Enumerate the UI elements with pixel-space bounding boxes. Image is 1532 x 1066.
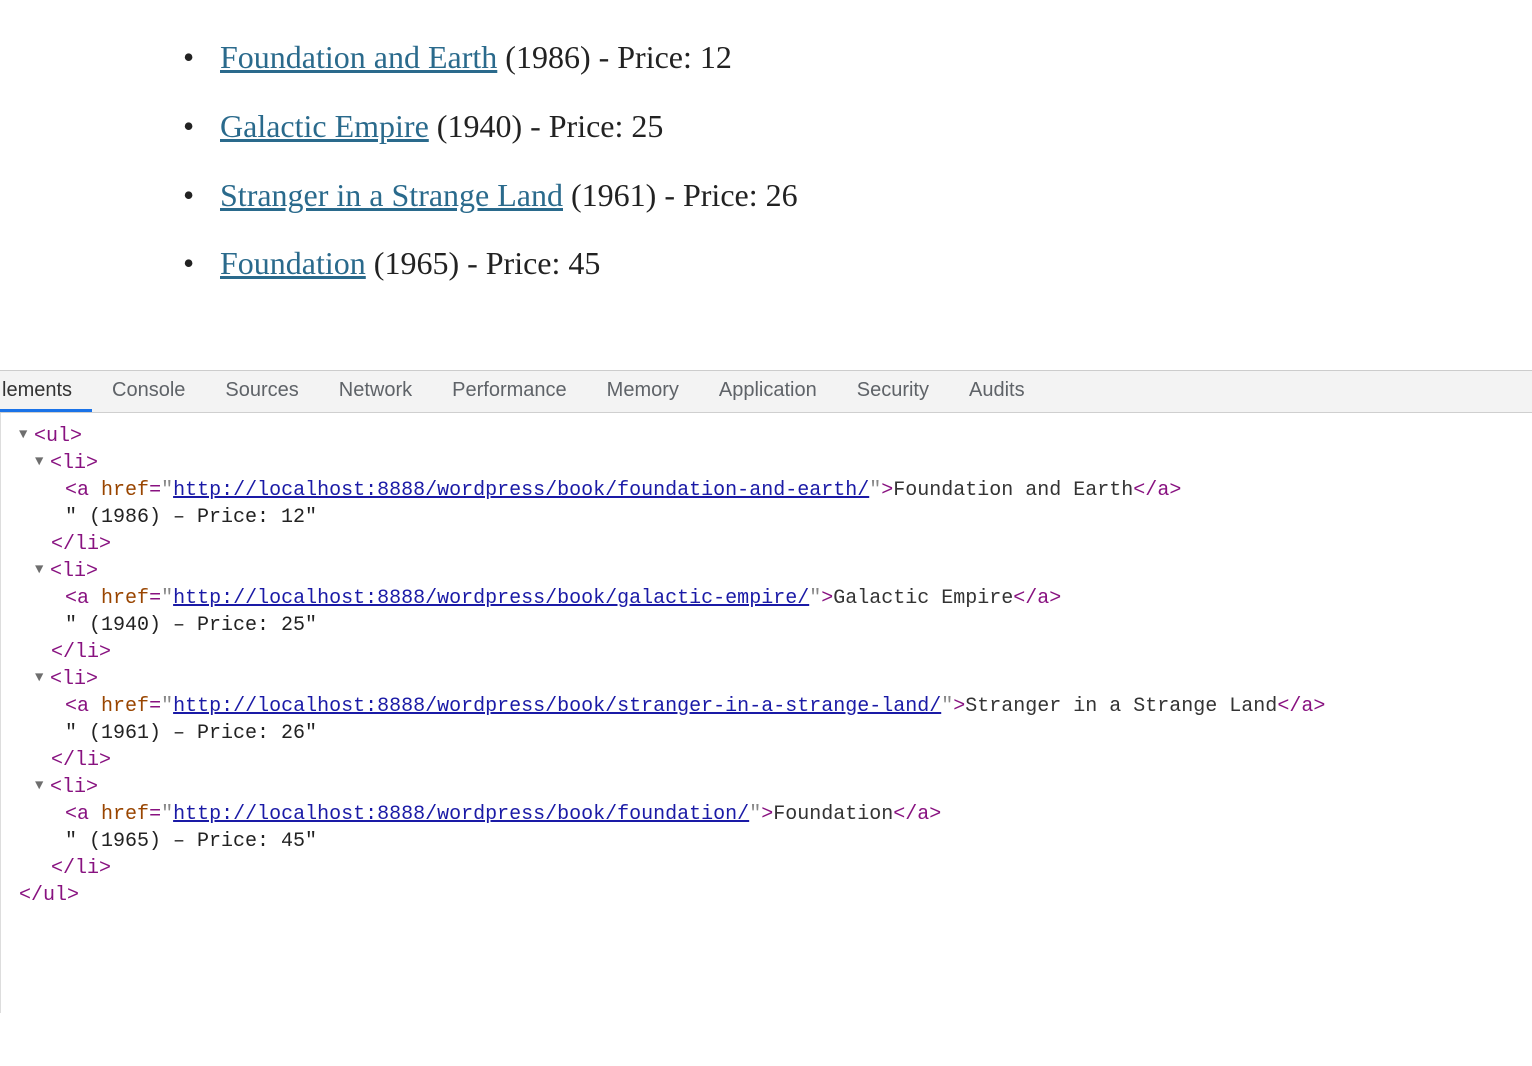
list-item: Foundation and Earth (1986) - Price: 12: [175, 35, 1532, 80]
page-content: Foundation and Earth (1986) - Price: 12 G…: [0, 0, 1532, 370]
dom-line[interactable]: </li>: [19, 531, 1532, 558]
elements-panel[interactable]: ▼<ul>▼<li><a href="http://localhost:8888…: [0, 413, 1532, 1013]
tab-console[interactable]: Console: [92, 371, 205, 412]
dom-line[interactable]: </li>: [19, 639, 1532, 666]
book-link[interactable]: Foundation and Earth: [220, 39, 497, 75]
book-meta: (1961) - Price: 26: [563, 177, 798, 213]
dom-line[interactable]: " (1961) – Price: 26": [19, 720, 1532, 747]
book-link[interactable]: Galactic Empire: [220, 108, 429, 144]
dom-line[interactable]: ▼<ul>: [19, 423, 1532, 450]
dom-line[interactable]: ▼<li>: [19, 666, 1532, 693]
dom-line[interactable]: " (1986) – Price: 12": [19, 504, 1532, 531]
dom-line[interactable]: " (1940) – Price: 25": [19, 612, 1532, 639]
dom-line[interactable]: </ul>: [19, 882, 1532, 909]
expand-arrow-icon[interactable]: ▼: [19, 426, 33, 445]
dom-line[interactable]: </li>: [19, 855, 1532, 882]
expand-arrow-icon[interactable]: ▼: [35, 777, 49, 796]
dom-line[interactable]: <a href="http://localhost:8888/wordpress…: [19, 693, 1532, 720]
dom-line[interactable]: ▼<li>: [19, 558, 1532, 585]
dom-line[interactable]: </li>: [19, 747, 1532, 774]
tab-network[interactable]: Network: [319, 371, 432, 412]
dom-line[interactable]: " (1965) – Price: 45": [19, 828, 1532, 855]
tab-performance[interactable]: Performance: [432, 371, 587, 412]
book-meta: (1986) - Price: 12: [497, 39, 732, 75]
dom-line[interactable]: <a href="http://localhost:8888/wordpress…: [19, 585, 1532, 612]
book-meta: (1965) - Price: 45: [366, 245, 601, 281]
dom-line[interactable]: <a href="http://localhost:8888/wordpress…: [19, 801, 1532, 828]
dom-line[interactable]: <a href="http://localhost:8888/wordpress…: [19, 477, 1532, 504]
tab-sources[interactable]: Sources: [205, 371, 318, 412]
book-link[interactable]: Stranger in a Strange Land: [220, 177, 563, 213]
tab-elements[interactable]: lements: [0, 371, 92, 412]
tab-audits[interactable]: Audits: [949, 371, 1045, 412]
book-meta: (1940) - Price: 25: [429, 108, 664, 144]
dom-line[interactable]: ▼<li>: [19, 774, 1532, 801]
tab-security[interactable]: Security: [837, 371, 949, 412]
devtools-panel: lements Console Sources Network Performa…: [0, 370, 1532, 1013]
tab-application[interactable]: Application: [699, 371, 837, 412]
book-list: Foundation and Earth (1986) - Price: 12 G…: [175, 35, 1532, 286]
list-item: Galactic Empire (1940) - Price: 25: [175, 104, 1532, 149]
expand-arrow-icon[interactable]: ▼: [35, 561, 49, 580]
expand-arrow-icon[interactable]: ▼: [35, 669, 49, 688]
list-item: Stranger in a Strange Land (1961) - Pric…: [175, 173, 1532, 218]
dom-line[interactable]: ▼<li>: [19, 450, 1532, 477]
expand-arrow-icon[interactable]: ▼: [35, 453, 49, 472]
book-link[interactable]: Foundation: [220, 245, 366, 281]
tab-memory[interactable]: Memory: [587, 371, 699, 412]
devtools-tabs: lements Console Sources Network Performa…: [0, 371, 1532, 413]
list-item: Foundation (1965) - Price: 45: [175, 241, 1532, 286]
